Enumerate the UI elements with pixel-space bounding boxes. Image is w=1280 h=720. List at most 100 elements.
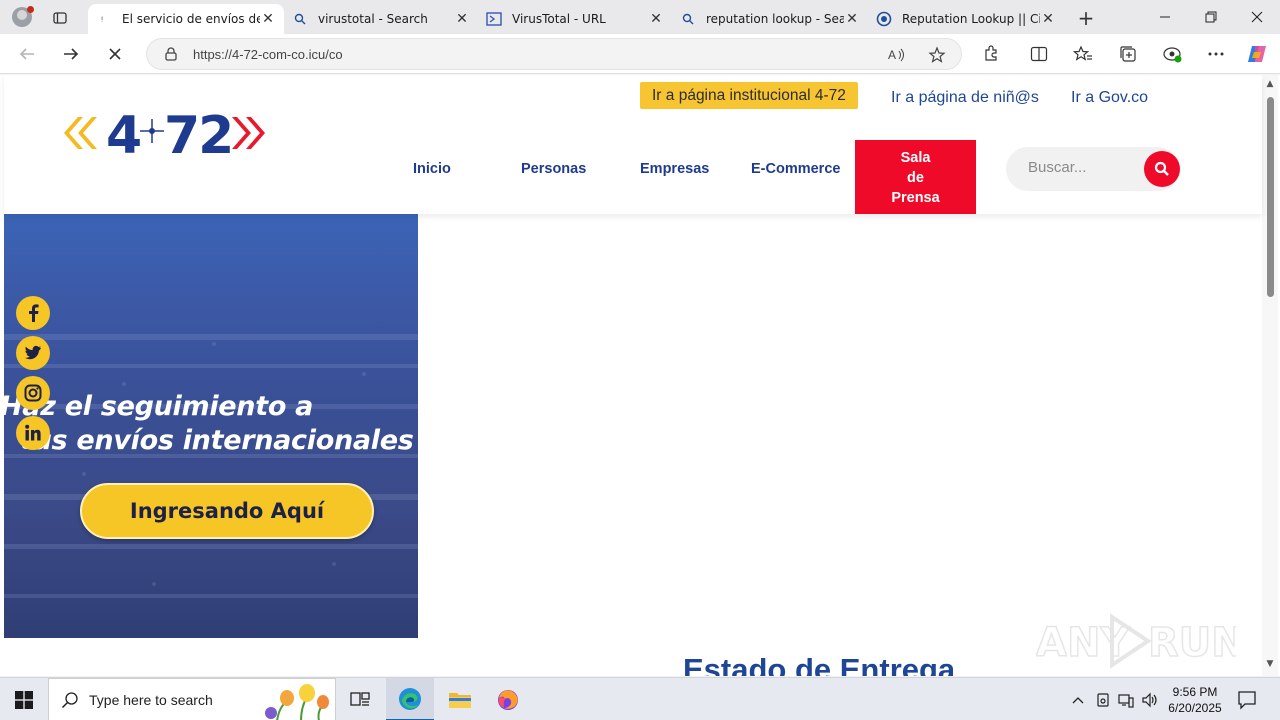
4-72-logo[interactable]: 4 72 (60, 103, 272, 166)
search-button[interactable] (1144, 151, 1180, 187)
extensions-icon[interactable] (980, 44, 1002, 64)
tab-reputation-cisco[interactable]: Reputation Lookup || Cisc ✕ (868, 4, 1064, 34)
settings-more-icon[interactable] (1205, 44, 1227, 64)
linkedin-icon (25, 424, 41, 441)
ingresando-aqui-button[interactable]: Ingresando Aquí (80, 483, 374, 539)
svg-text:ᵎ: ᵎ (101, 13, 103, 26)
show-hidden-icons-icon[interactable] (1068, 690, 1088, 710)
linkedin-link[interactable] (16, 416, 50, 450)
windows-taskbar: Type here to search 9:56 PM 6/20/2025 (0, 677, 1280, 720)
back-button[interactable] (12, 40, 42, 68)
favorite-star-icon[interactable] (927, 45, 947, 65)
url-text[interactable]: https://4-72-com-co.icu/co (193, 47, 343, 62)
read-aloud-icon[interactable]: A (887, 45, 907, 65)
new-tab-button[interactable]: + (1074, 6, 1098, 30)
task-view-button[interactable] (336, 678, 384, 720)
tab-title: reputation lookup - Searc (706, 12, 844, 26)
restore-button[interactable] (1188, 0, 1234, 34)
start-button[interactable] (0, 678, 48, 720)
scrollbar-thumb[interactable] (1267, 97, 1274, 297)
nav-personas[interactable]: Personas (521, 161, 586, 177)
page-scrollbar[interactable]: ▲ ▼ (1262, 75, 1278, 676)
tracking-banner[interactable]: Haz el seguimiento a tus envíos internac… (4, 214, 418, 638)
section-heading-estado-de-entrega: Estado de Entrega (683, 652, 956, 676)
tab-virustotal-search[interactable]: virustotal - Search ✕ (284, 4, 478, 34)
close-tab-icon[interactable]: ✕ (648, 11, 664, 27)
institutional-page-link[interactable]: Ir a página institucional 4-72 (640, 82, 858, 109)
taskbar-file-explorer[interactable] (436, 678, 484, 720)
tab-title: virustotal - Search (318, 12, 428, 26)
close-window-button[interactable] (1234, 0, 1280, 34)
tab-title: Reputation Lookup || Cisc (902, 12, 1040, 26)
tray-app-icon[interactable] (1093, 690, 1113, 710)
close-tab-icon[interactable]: ✕ (844, 11, 860, 27)
tab-actions-icon[interactable] (46, 6, 74, 30)
svg-text:4: 4 (106, 106, 140, 163)
split-screen-icon[interactable] (1028, 44, 1050, 64)
tab-virustotal-url[interactable]: VirusTotal - URL ✕ (478, 4, 672, 34)
search-icon (61, 691, 79, 713)
nav-empresas[interactable]: Empresas (640, 161, 709, 177)
virustotal-icon (486, 11, 502, 27)
clock-date: 6/20/2025 (1168, 701, 1222, 715)
taskbar-edge-app[interactable] (386, 678, 434, 720)
facebook-link[interactable] (16, 296, 50, 330)
folder-icon (449, 692, 471, 708)
minimize-button[interactable] (1142, 0, 1188, 34)
banner-line-1: Haz el seguimiento a (4, 391, 314, 422)
copilot-icon[interactable] (1246, 44, 1268, 64)
clock-time: 9:56 PM (1172, 685, 1218, 699)
edge-icon (399, 687, 421, 710)
close-tab-icon[interactable]: ✕ (1040, 11, 1056, 27)
site-info-icon[interactable] (163, 46, 179, 66)
close-tab-icon[interactable]: ✕ (454, 11, 470, 27)
instagram-link[interactable] (16, 376, 50, 410)
volume-icon[interactable] (1140, 690, 1160, 710)
close-tab-icon[interactable]: ✕ (260, 11, 276, 27)
search-icon (680, 11, 696, 27)
page-viewport: 4 72 Ir a página institucional 4-72 Ir a… (0, 75, 1280, 676)
anyrun-watermark: ANY RUN (1036, 609, 1236, 673)
search-highlight-flowers-icon (265, 684, 329, 720)
nav-sala-de-prensa[interactable]: Sala de Prensa (855, 140, 976, 214)
tab-title: El servicio de envíos de C (122, 12, 260, 26)
network-icon[interactable] (1116, 690, 1136, 710)
banner-line-2: tus envíos internacionales (20, 425, 414, 456)
favorites-icon[interactable] (1072, 44, 1094, 64)
svg-text:A: A (888, 48, 896, 62)
taskbar-clock[interactable]: 9:56 PM 6/20/2025 (1160, 684, 1230, 716)
scroll-up-arrow-icon[interactable]: ▲ (1265, 79, 1275, 89)
tab-reputation-search[interactable]: reputation lookup - Searc ✕ (672, 4, 868, 34)
taskbar-firefox[interactable] (484, 678, 532, 720)
twitter-link[interactable] (16, 336, 50, 370)
search-input[interactable] (1028, 159, 1138, 176)
windows-logo-icon (15, 690, 33, 709)
notifications-icon[interactable] (1236, 689, 1258, 711)
address-bar[interactable]: https://4-72-com-co.icu/co A (146, 38, 962, 70)
city-background-image (4, 334, 418, 598)
banner-headline: Haz el seguimiento a tus envíos internac… (4, 390, 418, 458)
scroll-down-arrow-icon[interactable]: ▼ (1265, 659, 1275, 669)
sala-line-2: de (907, 170, 924, 186)
search-icon (1154, 161, 1169, 176)
cisco-talos-icon (876, 11, 892, 27)
taskbar-search-box[interactable]: Type here to search (48, 678, 336, 720)
collections-icon[interactable] (1117, 44, 1139, 64)
nav-ecommerce[interactable]: E-Commerce (751, 161, 840, 177)
nav-inicio[interactable]: Inicio (413, 161, 451, 177)
gov-co-link[interactable]: Ir a Gov.co (1071, 89, 1148, 107)
facebook-icon (29, 304, 39, 322)
loading-icon: ᵎ (96, 11, 112, 27)
sala-line-1: Sala (900, 150, 931, 166)
profile-avatar[interactable] (8, 4, 36, 30)
svg-text:72: 72 (164, 106, 232, 163)
web-page: 4 72 Ir a página institucional 4-72 Ir a… (4, 75, 1262, 676)
stop-loading-button[interactable] (100, 40, 130, 68)
site-header: 4 72 Ir a página institucional 4-72 Ir a… (4, 75, 1262, 214)
taskbar-search-placeholder: Type here to search (89, 692, 213, 708)
instagram-icon (24, 384, 42, 402)
forward-button[interactable] (56, 40, 86, 68)
browser-essentials-icon[interactable] (1161, 44, 1183, 64)
tab-4-72-servicio[interactable]: ᵎ El servicio de envíos de C ✕ (88, 4, 284, 34)
kids-page-link[interactable]: Ir a página de niñ@s (891, 89, 1039, 107)
